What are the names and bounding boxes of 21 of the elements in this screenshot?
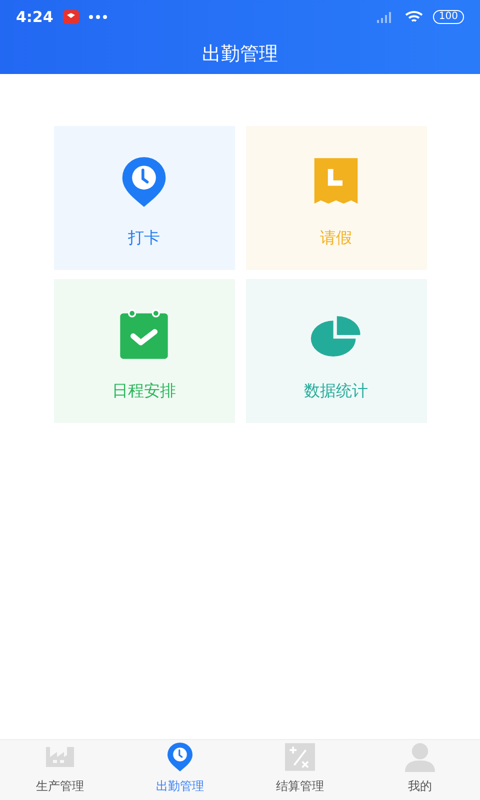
menu-tile[interactable]: 数据统计 <box>246 279 426 423</box>
tile-label: 日程安排 <box>112 381 176 402</box>
menu-tile[interactable]: 打卡 <box>54 126 234 270</box>
tile-label: 请假 <box>320 228 352 249</box>
more-icon <box>89 15 108 19</box>
page-title: 出勤管理 <box>202 42 278 67</box>
nav-tab[interactable]: 我的 <box>360 740 480 800</box>
tile-label: 数据统计 <box>304 381 368 402</box>
nav-tab[interactable]: 出勤管理 <box>120 740 240 800</box>
person-icon <box>405 742 435 772</box>
nav-tab[interactable]: 生产管理 <box>0 740 120 800</box>
clock-pin-icon <box>165 742 195 772</box>
calendar-check-icon <box>118 309 170 361</box>
wifi-icon <box>404 10 423 24</box>
tile-label: 打卡 <box>128 228 160 249</box>
app-notification-icon <box>63 10 80 24</box>
status-time: 4:24 <box>16 8 54 26</box>
menu-tile[interactable]: 日程安排 <box>54 279 234 423</box>
calculator-icon <box>285 742 315 772</box>
battery-indicator: 100 <box>432 10 464 24</box>
nav-tab[interactable]: 结算管理 <box>240 740 360 800</box>
